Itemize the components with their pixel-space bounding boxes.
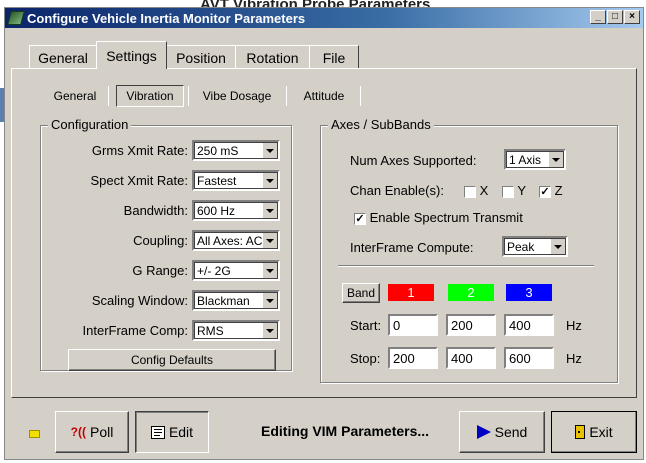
band-2-stop-input[interactable]: 400: [446, 347, 496, 369]
subtab-attitude[interactable]: Attitude: [292, 85, 356, 107]
minimize-button[interactable]: _: [590, 10, 606, 24]
subtab-separator: [286, 86, 287, 106]
config-dialog: Configure Vehicle Inertia Monitor Parame…: [4, 7, 644, 460]
poll-icon: ?((: [70, 425, 86, 439]
window-title: Configure Vehicle Inertia Monitor Parame…: [27, 10, 306, 26]
subtab-separator: [188, 86, 189, 106]
tab-settings[interactable]: Settings: [96, 41, 167, 69]
edit-icon: [150, 425, 165, 439]
tab-file[interactable]: File: [309, 45, 359, 69]
chevron-down-icon[interactable]: [548, 151, 564, 168]
edit-button[interactable]: Edit: [135, 411, 209, 453]
grms-xmit-rate-select[interactable]: 250 mS: [192, 140, 280, 161]
coupling-select[interactable]: All Axes: AC: [192, 230, 280, 251]
interframe-comp-label: InterFrame Comp:: [82, 323, 188, 338]
chevron-down-icon[interactable]: [262, 142, 278, 159]
chevron-down-icon[interactable]: [550, 238, 566, 255]
tab-general[interactable]: General: [29, 45, 97, 69]
band-2-chip: 2: [448, 284, 494, 301]
band-2-start-input[interactable]: 200: [446, 314, 496, 336]
maximize-button[interactable]: □: [607, 10, 623, 24]
poll-button[interactable]: ?(( Poll: [55, 411, 129, 453]
status-indicator: [29, 430, 40, 438]
num-axes-select[interactable]: 1 Axis: [504, 149, 566, 170]
grms-xmit-rate-label: Grms Xmit Rate:: [91, 143, 188, 158]
status-text: Editing VIM Parameters...: [261, 423, 430, 439]
channel-x-checkbox[interactable]: X: [464, 182, 488, 200]
stop-label: Stop:: [350, 351, 381, 366]
band-3-chip: 3: [506, 284, 552, 301]
subtab-general[interactable]: General: [44, 85, 106, 107]
scaling-window-select[interactable]: Blackman: [192, 290, 280, 311]
checkbox-spectrum[interactable]: ✓: [354, 212, 366, 225]
start-label: Start:: [350, 318, 382, 333]
arrow-right-icon: [476, 425, 491, 439]
g-range-select[interactable]: +/- 2G: [192, 260, 280, 281]
subtab-separator: [360, 86, 361, 106]
bandwidth-label: Bandwidth:: [123, 203, 188, 218]
bandwidth-select[interactable]: 600 Hz: [192, 200, 280, 221]
tab-position[interactable]: Position: [166, 45, 236, 69]
band-button[interactable]: Band: [342, 283, 380, 303]
coupling-label: Coupling:: [133, 233, 188, 248]
spect-xmit-rate-label: Spect Xmit Rate:: [90, 173, 188, 188]
interframe-compute-select[interactable]: Peak: [502, 236, 568, 257]
chevron-down-icon[interactable]: [262, 292, 278, 309]
divider: [338, 265, 594, 267]
tab-rotation[interactable]: Rotation: [235, 45, 310, 69]
chevron-down-icon[interactable]: [262, 322, 278, 339]
start-unit: Hz: [566, 318, 582, 333]
window-controls: _ □ ×: [590, 10, 640, 24]
channel-y-checkbox[interactable]: Y: [502, 182, 526, 200]
exit-button[interactable]: Exit: [551, 411, 637, 453]
axes-subbands-title: Axes / SubBands: [328, 117, 434, 132]
g-range-label: G Range:: [132, 263, 188, 278]
band-1-chip: 1: [388, 284, 434, 301]
chan-enable-label: Chan Enable(s):: [350, 183, 444, 198]
num-axes-label: Num Axes Supported:: [350, 153, 477, 168]
configuration-title: Configuration: [48, 117, 132, 132]
subtab-vibe-dosage[interactable]: Vibe Dosage: [194, 85, 280, 107]
send-button[interactable]: Send: [459, 411, 545, 453]
channel-z-checkbox[interactable]: ✓ Z: [539, 182, 563, 200]
close-button[interactable]: ×: [624, 10, 640, 24]
spect-xmit-rate-select[interactable]: Fastest: [192, 170, 280, 191]
chevron-down-icon[interactable]: [262, 232, 278, 249]
interframe-comp-select[interactable]: RMS: [192, 320, 280, 341]
door-exit-icon: [575, 425, 586, 439]
config-defaults-button[interactable]: Config Defaults: [68, 349, 276, 371]
scaling-window-label: Scaling Window:: [91, 293, 188, 308]
subtab-vibration[interactable]: Vibration: [116, 85, 184, 107]
stop-unit: Hz: [566, 351, 582, 366]
band-3-start-input[interactable]: 400: [504, 314, 554, 336]
band-1-stop-input[interactable]: 200: [388, 347, 438, 369]
checkbox-y[interactable]: [502, 185, 514, 198]
app-icon: [7, 11, 25, 25]
checkbox-x[interactable]: [464, 185, 476, 198]
subtab-separator: [108, 86, 109, 106]
settings-panel: General Vibration Vibe Dosage Attitude C…: [11, 68, 637, 398]
checkbox-z[interactable]: ✓: [539, 185, 551, 198]
title-bar[interactable]: Configure Vehicle Inertia Monitor Parame…: [5, 8, 643, 28]
band-1-start-input[interactable]: 0: [388, 314, 438, 336]
interframe-compute-label: InterFrame Compute:: [350, 240, 474, 255]
chevron-down-icon[interactable]: [262, 262, 278, 279]
chevron-down-icon[interactable]: [262, 202, 278, 219]
enable-spectrum-checkbox[interactable]: ✓ Enable Spectrum Transmit: [354, 209, 523, 227]
band-3-stop-input[interactable]: 600: [504, 347, 554, 369]
chevron-down-icon[interactable]: [262, 172, 278, 189]
